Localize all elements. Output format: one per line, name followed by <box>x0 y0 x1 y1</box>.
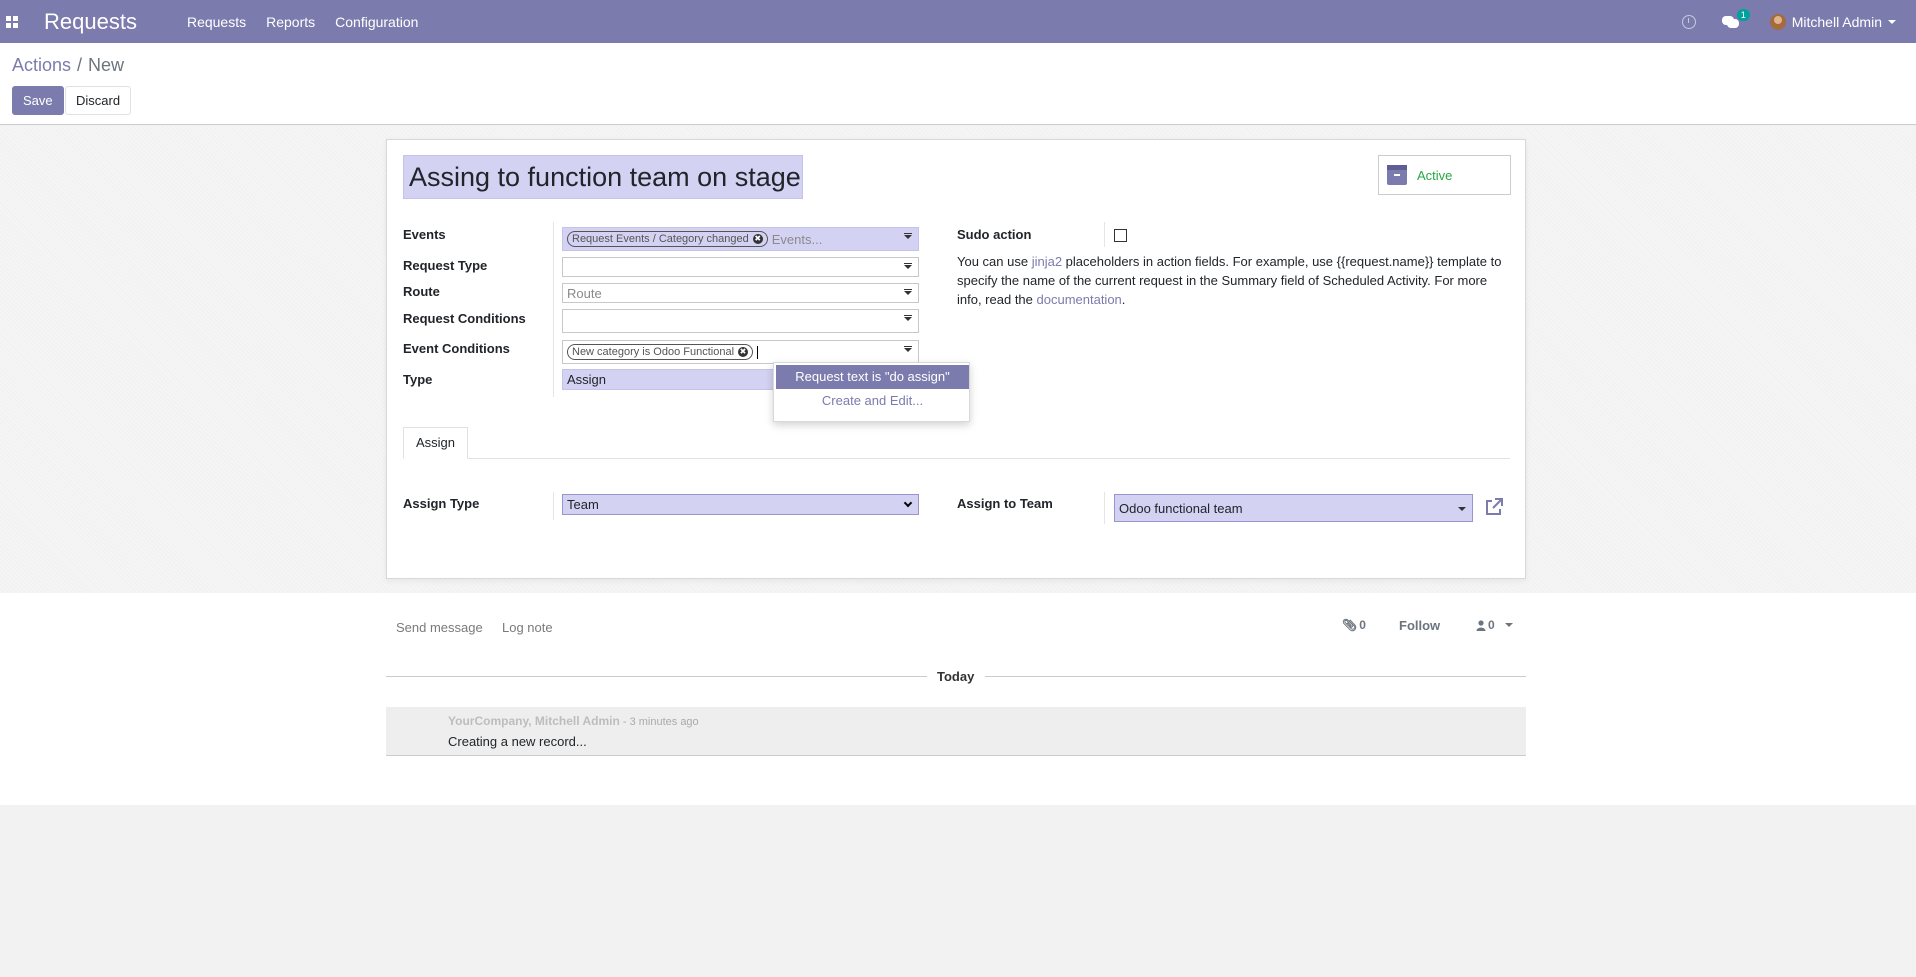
help-text-part: You can use <box>957 254 1032 269</box>
followers-caret-icon[interactable] <box>1504 623 1513 627</box>
events-label: Events <box>403 227 446 242</box>
breadcrumb: Actions / New <box>12 55 124 76</box>
chatter <box>0 593 1916 805</box>
message-body: Creating a new record... <box>448 734 587 749</box>
remove-tag-icon[interactable]: ✖ <box>738 347 749 357</box>
assign-to-team-value: Odoo functional team <box>1119 500 1243 516</box>
autocomplete-dropdown: Request text is "do assign" Create and E… <box>773 362 970 422</box>
date-divider <box>386 676 927 677</box>
active-button[interactable]: Active <box>1378 155 1511 195</box>
events-field[interactable]: Request Events / Category changed ✖ Event… <box>562 227 919 251</box>
remove-tag-icon[interactable]: ✖ <box>752 234 763 244</box>
label-separator <box>1104 492 1105 524</box>
archive-icon <box>1387 165 1407 185</box>
event-conditions-tag-label: New category is Odoo Functional <box>572 346 735 358</box>
assign-type-value: Team <box>567 497 599 512</box>
avatar[interactable] <box>1769 13 1786 30</box>
app-brand[interactable]: Requests <box>44 9 137 35</box>
send-message-button[interactable]: Send message <box>396 620 483 635</box>
title-input[interactable]: Assing to function team on stage c <box>403 155 803 199</box>
menu-requests[interactable]: Requests <box>187 14 246 30</box>
sudo-action-label: Sudo action <box>957 227 1032 242</box>
tabs-divider <box>403 458 1510 459</box>
dropdown-caret-icon[interactable] <box>904 346 912 352</box>
request-type-label: Request Type <box>403 258 488 273</box>
events-placeholder: Events... <box>771 231 823 247</box>
request-conditions-label: Request Conditions <box>403 311 526 326</box>
label-separator <box>553 492 554 520</box>
dropdown-caret-icon[interactable] <box>904 263 912 269</box>
page-bottom <box>0 805 1916 977</box>
events-tag-label: Request Events / Category changed <box>572 233 749 245</box>
request-type-field[interactable] <box>562 257 919 277</box>
help-text-part: . <box>1121 292 1126 307</box>
dropdown-caret-icon[interactable] <box>1458 507 1466 511</box>
external-link-icon[interactable] <box>1484 497 1504 517</box>
jinja2-link[interactable]: jinja2 <box>1032 254 1062 269</box>
top-navbar: Requests Requests Reports Configuration … <box>0 0 1916 43</box>
attachments-button[interactable]: 📎︎ 0 <box>1342 618 1366 632</box>
assign-to-team-field[interactable]: Odoo functional team <box>1114 494 1473 522</box>
user-icon <box>1476 619 1486 631</box>
active-label: Active <box>1417 167 1453 183</box>
save-button[interactable]: Save <box>12 86 64 115</box>
chevron-down-icon <box>903 498 913 508</box>
apps-icon <box>6 15 18 28</box>
event-conditions-field[interactable]: New category is Odoo Functional ✖ <box>562 340 919 364</box>
dropdown-caret-icon[interactable] <box>904 289 912 295</box>
notification-badge: 1 <box>1736 8 1750 21</box>
help-text: You can use jinja2 placeholders in actio… <box>957 252 1507 309</box>
route-label: Route <box>403 284 440 299</box>
breadcrumb-current: New <box>88 55 125 75</box>
date-separator: Today <box>937 669 975 684</box>
menu-reports[interactable]: Reports <box>266 14 315 30</box>
date-divider <box>985 676 1526 677</box>
discard-button[interactable]: Discard <box>65 86 132 115</box>
control-panel: Actions / New Save Discard <box>0 43 1916 125</box>
label-separator <box>1104 222 1105 247</box>
clock-icon[interactable] <box>1681 14 1696 29</box>
create-and-edit-option[interactable]: Create and Edit... <box>776 389 969 413</box>
user-menu-caret-icon[interactable] <box>1888 19 1896 24</box>
apps-menu-button[interactable] <box>0 0 24 43</box>
event-conditions-label: Event Conditions <box>403 341 510 356</box>
type-label: Type <box>403 372 433 387</box>
attachments-count: 0 <box>1359 618 1366 632</box>
message-author-name[interactable]: YourCompany, Mitchell Admin <box>448 714 620 728</box>
menu-configuration[interactable]: Configuration <box>335 14 418 30</box>
dropdown-caret-icon[interactable] <box>904 315 912 321</box>
breadcrumb-separator: / <box>77 55 83 75</box>
breadcrumb-actions[interactable]: Actions <box>12 55 71 75</box>
chat-icon[interactable]: 1 <box>1721 8 1750 29</box>
events-tag[interactable]: Request Events / Category changed ✖ <box>567 231 768 247</box>
type-value: Assign <box>567 372 607 387</box>
follow-button[interactable]: Follow <box>1399 618 1440 633</box>
log-note-button[interactable]: Log note <box>502 620 553 635</box>
message-author: YourCompany, Mitchell Admin - 3 minutes … <box>448 714 699 728</box>
dropdown-caret-icon[interactable] <box>904 233 912 239</box>
documentation-link[interactable]: documentation <box>1037 292 1122 307</box>
followers-count: 0 <box>1488 618 1495 632</box>
sudo-action-checkbox[interactable] <box>1114 229 1127 242</box>
route-placeholder: Route <box>567 285 602 301</box>
event-conditions-tag[interactable]: New category is Odoo Functional ✖ <box>567 344 754 360</box>
assign-type-select[interactable]: Team <box>562 494 919 515</box>
tab-assign[interactable]: Assign <box>403 427 468 459</box>
user-menu[interactable]: Mitchell Admin <box>1792 14 1882 30</box>
assign-type-label: Assign Type <box>403 496 480 511</box>
label-separator <box>553 222 554 397</box>
message-time: - 3 minutes ago <box>619 716 699 728</box>
assign-to-team-label: Assign to Team <box>957 496 1053 511</box>
followers-button[interactable]: 0 <box>1476 618 1513 632</box>
text-cursor <box>757 345 759 359</box>
request-conditions-field[interactable] <box>562 309 919 333</box>
route-field[interactable]: Route <box>562 283 919 303</box>
autocomplete-option[interactable]: Request text is "do assign" <box>776 365 969 389</box>
paperclip-icon: 📎︎ <box>1342 618 1358 632</box>
